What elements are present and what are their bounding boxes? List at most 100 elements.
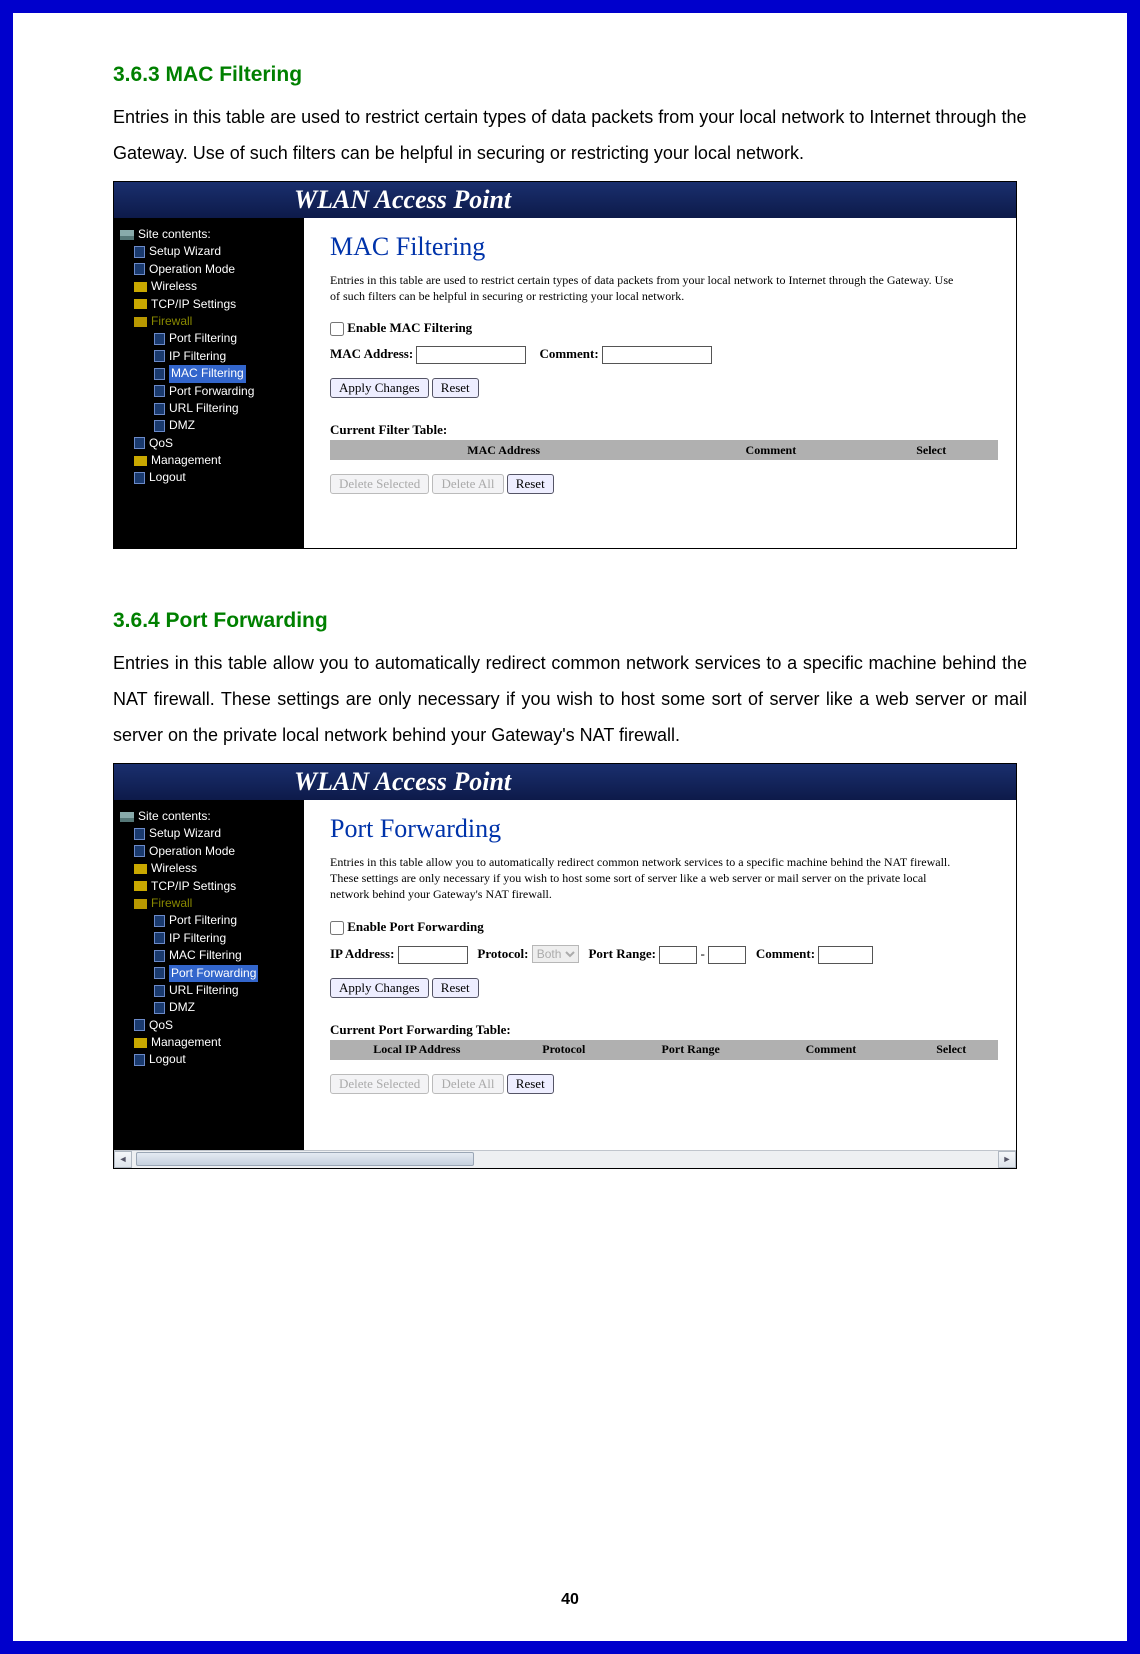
sidebar-item-opmode[interactable]: Operation Mode (120, 261, 298, 278)
enable-mac-filtering-checkbox[interactable] (330, 322, 344, 336)
sidebar-item-management[interactable]: Management (120, 1034, 298, 1051)
delete-all-button[interactable]: Delete All (432, 474, 503, 494)
apply-changes-button[interactable]: Apply Changes (330, 378, 429, 398)
enable-mac-filtering-label: Enable MAC Filtering (347, 320, 472, 335)
page-icon (134, 472, 145, 484)
sidebar-item-qos[interactable]: QoS (120, 1017, 298, 1034)
screenshot-port-forwarding: WLAN Access Point Site contents: Setup W… (113, 763, 1017, 1169)
reset-button[interactable]: Reset (432, 378, 479, 398)
page-icon (154, 950, 165, 962)
heading-mac-filtering: 3.6.3 MAC Filtering (113, 63, 1027, 87)
col-local-ip: Local IP Address (330, 1040, 504, 1060)
sidebar-item-tcpip[interactable]: TCP/IP Settings (120, 296, 298, 313)
app-title: WLAN Access Point (294, 185, 511, 215)
sidebar-item-logout[interactable]: Logout (120, 469, 298, 486)
page-icon (134, 1019, 145, 1031)
folder-icon (134, 881, 147, 891)
sidebar-item-port-forwarding[interactable]: Port Forwarding (120, 383, 298, 400)
app-title: WLAN Access Point (294, 767, 511, 797)
reset-button[interactable]: Reset (432, 978, 479, 998)
sidebar-root-label: Site contents: (138, 808, 211, 825)
delete-all-button[interactable]: Delete All (432, 1074, 503, 1094)
col-mac-address: MAC Address (330, 440, 677, 460)
page-title: Port Forwarding (330, 814, 998, 844)
page-desc: Entries in this table allow you to autom… (330, 854, 998, 903)
sidebar-item-dmz[interactable]: DMZ (120, 417, 298, 434)
delete-selected-button[interactable]: Delete Selected (330, 474, 429, 494)
sidebar-item-firewall[interactable]: Firewall (120, 313, 298, 330)
scroll-thumb[interactable] (136, 1152, 474, 1166)
sidebar-item-dmz[interactable]: DMZ (120, 999, 298, 1016)
page-icon (154, 985, 165, 997)
page-icon (154, 368, 165, 380)
folder-icon (134, 299, 147, 309)
protocol-select[interactable]: Both (532, 945, 579, 963)
folder-open-icon (134, 899, 147, 909)
folder-open-icon (134, 317, 147, 327)
sidebar: Site contents: Setup Wizard Operation Mo… (114, 218, 304, 548)
page-icon (134, 437, 145, 449)
page-icon (154, 420, 165, 432)
folder-icon (134, 1038, 147, 1048)
tree-root-icon (120, 230, 134, 240)
forwarding-table-title: Current Port Forwarding Table: (330, 1022, 998, 1038)
sidebar-item-setup[interactable]: Setup Wizard (120, 243, 298, 260)
page-icon (154, 1002, 165, 1014)
sidebar-item-qos[interactable]: QoS (120, 435, 298, 452)
page-icon (134, 845, 145, 857)
reset-table-button[interactable]: Reset (507, 474, 554, 494)
port-range-dash: - (700, 946, 704, 961)
folder-icon (134, 864, 147, 874)
page-icon (154, 967, 165, 979)
ip-address-label: IP Address: (330, 946, 394, 961)
body-port-forwarding: Entries in this table allow you to autom… (113, 645, 1027, 753)
delete-selected-button[interactable]: Delete Selected (330, 1074, 429, 1094)
sidebar-item-tcpip[interactable]: TCP/IP Settings (120, 878, 298, 895)
scroll-left-icon[interactable]: ◄ (114, 1151, 132, 1168)
page-icon (154, 385, 165, 397)
mac-address-input[interactable] (416, 346, 526, 364)
sidebar-item-management[interactable]: Management (120, 452, 298, 469)
sidebar-item-wireless[interactable]: Wireless (120, 860, 298, 877)
sidebar-item-url-filtering[interactable]: URL Filtering (120, 982, 298, 999)
page-icon (134, 1054, 145, 1066)
sidebar-item-wireless[interactable]: Wireless (120, 278, 298, 295)
comment-input[interactable] (818, 946, 873, 964)
sidebar-item-mac-filtering[interactable]: MAC Filtering (120, 947, 298, 964)
comment-input[interactable] (602, 346, 712, 364)
forwarding-table: Local IP Address Protocol Port Range Com… (330, 1040, 998, 1060)
port-range-to-input[interactable] (708, 946, 746, 964)
body-mac-filtering: Entries in this table are used to restri… (113, 99, 1027, 171)
page-desc: Entries in this table are used to restri… (330, 272, 998, 304)
sidebar-item-firewall[interactable]: Firewall (120, 895, 298, 912)
filter-table-title: Current Filter Table: (330, 422, 998, 438)
horizontal-scrollbar[interactable]: ◄ ► (114, 1150, 1016, 1168)
col-select: Select (904, 1040, 998, 1060)
enable-port-forwarding-checkbox[interactable] (330, 921, 344, 935)
port-range-label: Port Range: (588, 946, 656, 961)
sidebar-item-ip-filtering[interactable]: IP Filtering (120, 930, 298, 947)
sidebar-item-port-forwarding[interactable]: Port Forwarding (120, 965, 298, 982)
sidebar-item-ip-filtering[interactable]: IP Filtering (120, 348, 298, 365)
tree-root-icon (120, 812, 134, 822)
page-icon (154, 932, 165, 944)
sidebar-item-setup[interactable]: Setup Wizard (120, 825, 298, 842)
reset-table-button[interactable]: Reset (507, 1074, 554, 1094)
col-comment: Comment (758, 1040, 905, 1060)
page-icon (134, 263, 145, 275)
col-protocol: Protocol (504, 1040, 624, 1060)
ip-address-input[interactable] (398, 946, 468, 964)
sidebar-item-opmode[interactable]: Operation Mode (120, 843, 298, 860)
col-select: Select (864, 440, 998, 460)
col-comment: Comment (677, 440, 864, 460)
sidebar-item-port-filtering[interactable]: Port Filtering (120, 330, 298, 347)
col-port-range: Port Range (624, 1040, 758, 1060)
page-icon (154, 350, 165, 362)
sidebar-item-mac-filtering[interactable]: MAC Filtering (120, 365, 298, 382)
port-range-from-input[interactable] (659, 946, 697, 964)
sidebar-item-url-filtering[interactable]: URL Filtering (120, 400, 298, 417)
sidebar-item-logout[interactable]: Logout (120, 1051, 298, 1068)
apply-changes-button[interactable]: Apply Changes (330, 978, 429, 998)
sidebar-item-port-filtering[interactable]: Port Filtering (120, 912, 298, 929)
scroll-right-icon[interactable]: ► (998, 1151, 1016, 1168)
